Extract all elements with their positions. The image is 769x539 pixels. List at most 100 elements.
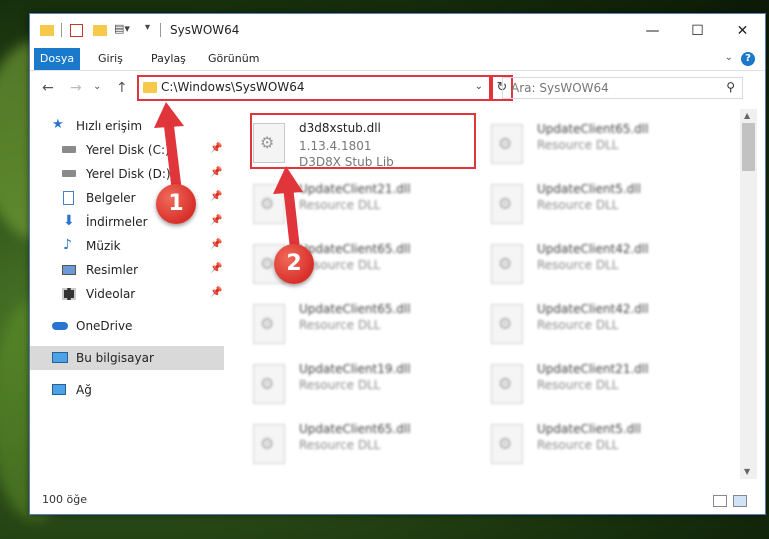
up-button[interactable]: ↑ xyxy=(116,80,128,96)
dll-file-icon xyxy=(491,304,523,344)
tab-view[interactable]: Görünüm xyxy=(202,48,265,70)
search-input[interactable]: Ara: SysWOW64 ⚲ xyxy=(502,77,743,99)
sidebar-item-label: Yerel Disk (D:) xyxy=(86,167,171,181)
sidebar-item-label: Bu bilgisayar xyxy=(76,351,154,365)
file-description: Resource DLL xyxy=(537,198,619,212)
file-item[interactable]: UpdateClient65.dll Resource DLL xyxy=(491,122,721,178)
status-bar: 100 öğe xyxy=(30,489,765,513)
sidebar-item-downloads[interactable]: ⬇ İndirmeler 📌 xyxy=(30,210,224,234)
navigation-bar: ← → ⌄ ↑ C:\Windows\SysWOW64 ⌄ ↻ Ara: Sys… xyxy=(30,71,765,107)
pin-icon[interactable]: 📌 xyxy=(210,287,222,298)
search-placeholder: Ara: SysWOW64 xyxy=(511,81,609,95)
network-icon xyxy=(52,384,66,395)
tab-file[interactable]: Dosya xyxy=(34,48,80,70)
sidebar-item-music[interactable]: ♪ Müzik 📌 xyxy=(30,234,224,258)
file-description: Resource DLL xyxy=(299,378,381,392)
large-icons-view-icon[interactable] xyxy=(733,495,747,507)
dll-file-icon xyxy=(253,304,285,344)
toolbar-dropdown-icon[interactable]: ▾ xyxy=(145,22,150,38)
tab-home[interactable]: Giriş xyxy=(92,48,129,70)
title-bar: ▤▾ ▾ SysWOW64 — ☐ ✕ xyxy=(30,14,765,48)
file-name: UpdateClient42.dll xyxy=(537,242,649,256)
tab-share[interactable]: Paylaş xyxy=(145,48,192,70)
file-item[interactable]: UpdateClient42.dll Resource DLL xyxy=(491,242,721,298)
file-highlight-box xyxy=(250,113,476,169)
address-bar[interactable]: C:\Windows\SysWOW64 ⌄ xyxy=(137,75,491,101)
dll-file-icon xyxy=(253,364,285,404)
close-button[interactable]: ✕ xyxy=(720,14,765,48)
details-view-icon[interactable] xyxy=(713,495,727,507)
file-item[interactable]: UpdateClient19.dll Resource DLL xyxy=(253,362,483,418)
file-name: UpdateClient5.dll xyxy=(537,422,641,436)
sidebar-item-label: Ağ xyxy=(76,383,92,397)
separator xyxy=(61,23,62,37)
file-description: Resource DLL xyxy=(537,258,619,272)
pin-icon[interactable]: 📌 xyxy=(210,239,222,250)
file-item[interactable]: UpdateClient65.dll Resource DLL xyxy=(253,422,483,478)
address-path: C:\Windows\SysWOW64 xyxy=(161,80,305,94)
item-count: 100 öğe xyxy=(42,493,87,506)
file-name: UpdateClient5.dll xyxy=(537,182,641,196)
download-icon: ⬇ xyxy=(63,213,75,229)
file-description: Resource DLL xyxy=(537,138,619,152)
sidebar-item-label: Müzik xyxy=(86,239,121,253)
sidebar-item-local-disk-c[interactable]: Yerel Disk (C:) 📌 xyxy=(30,138,224,162)
file-item[interactable]: UpdateClient65.dll Resource DLL xyxy=(253,302,483,358)
file-name: UpdateClient65.dll xyxy=(299,242,411,256)
file-item[interactable]: UpdateClient21.dll Resource DLL xyxy=(491,362,721,418)
scroll-up-icon[interactable]: ▲ xyxy=(744,111,750,120)
sidebar-item-videos[interactable]: Videolar 📌 xyxy=(30,282,224,306)
pin-icon[interactable]: 📌 xyxy=(210,215,222,226)
cloud-icon xyxy=(52,322,68,330)
picture-icon xyxy=(62,265,76,275)
folder-icon xyxy=(143,82,157,93)
minimize-button[interactable]: — xyxy=(630,14,675,48)
sidebar-item-local-disk-d[interactable]: Yerel Disk (D:) 📌 xyxy=(30,162,224,186)
new-folder-icon[interactable] xyxy=(93,25,107,36)
navigation-pane: ★ Hızlı erişim Yerel Disk (C:) 📌 Yerel D… xyxy=(30,109,226,479)
sidebar-item-label: Yerel Disk (C:) xyxy=(86,143,170,157)
video-icon xyxy=(62,288,76,300)
sidebar-item-quick-access[interactable]: ★ Hızlı erişim xyxy=(30,114,224,138)
back-button[interactable]: ← xyxy=(42,80,54,96)
file-item[interactable]: UpdateClient21.dll Resource DLL xyxy=(253,182,483,238)
dll-file-icon xyxy=(491,124,523,164)
scroll-down-icon[interactable]: ▼ xyxy=(744,467,750,476)
address-dropdown-icon[interactable]: ⌄ xyxy=(475,81,483,92)
forward-button[interactable]: → xyxy=(70,80,82,96)
sidebar-item-network[interactable]: Ağ xyxy=(30,378,224,402)
file-item[interactable]: UpdateClient5.dll Resource DLL xyxy=(491,422,721,478)
expand-ribbon-icon[interactable]: ⌄ xyxy=(725,52,733,63)
customize-toolbar-icon[interactable]: ▤▾ xyxy=(114,22,130,38)
file-name: UpdateClient65.dll xyxy=(537,122,649,136)
recent-locations-button[interactable]: ⌄ xyxy=(93,81,101,92)
vertical-scrollbar[interactable]: ▲ ▼ xyxy=(740,109,757,479)
pin-icon[interactable]: 📌 xyxy=(210,167,222,178)
scrollbar-thumb[interactable] xyxy=(742,123,755,171)
sidebar-item-onedrive[interactable]: OneDrive xyxy=(30,314,224,338)
sidebar-item-this-pc[interactable]: Bu bilgisayar xyxy=(30,346,224,370)
star-icon: ★ xyxy=(52,117,64,132)
file-item[interactable]: UpdateClient42.dll Resource DLL xyxy=(491,302,721,358)
sidebar-item-pictures[interactable]: Resimler 📌 xyxy=(30,258,224,282)
help-icon[interactable]: ? xyxy=(741,52,755,66)
search-icon: ⚲ xyxy=(726,80,735,94)
computer-icon xyxy=(52,352,68,363)
file-name: UpdateClient65.dll xyxy=(299,422,411,436)
file-name: UpdateClient42.dll xyxy=(537,302,649,316)
maximize-button[interactable]: ☐ xyxy=(675,14,720,48)
step-2-badge: 2 xyxy=(274,244,314,284)
pin-icon[interactable]: 📌 xyxy=(210,143,222,154)
properties-icon[interactable] xyxy=(70,24,83,37)
pin-icon[interactable]: 📌 xyxy=(210,263,222,274)
file-description: Resource DLL xyxy=(537,438,619,452)
ribbon: Dosya Giriş Paylaş Görünüm ⌄ ? xyxy=(30,48,765,71)
file-item[interactable]: UpdateClient5.dll Resource DLL xyxy=(491,182,721,238)
file-name: UpdateClient19.dll xyxy=(299,362,411,376)
sidebar-item-label: Resimler xyxy=(86,263,139,277)
dll-file-icon xyxy=(491,364,523,404)
sidebar-item-label: Videolar xyxy=(86,287,136,301)
folder-icon xyxy=(40,25,54,36)
document-icon xyxy=(63,191,74,205)
pin-icon[interactable]: 📌 xyxy=(210,191,222,202)
